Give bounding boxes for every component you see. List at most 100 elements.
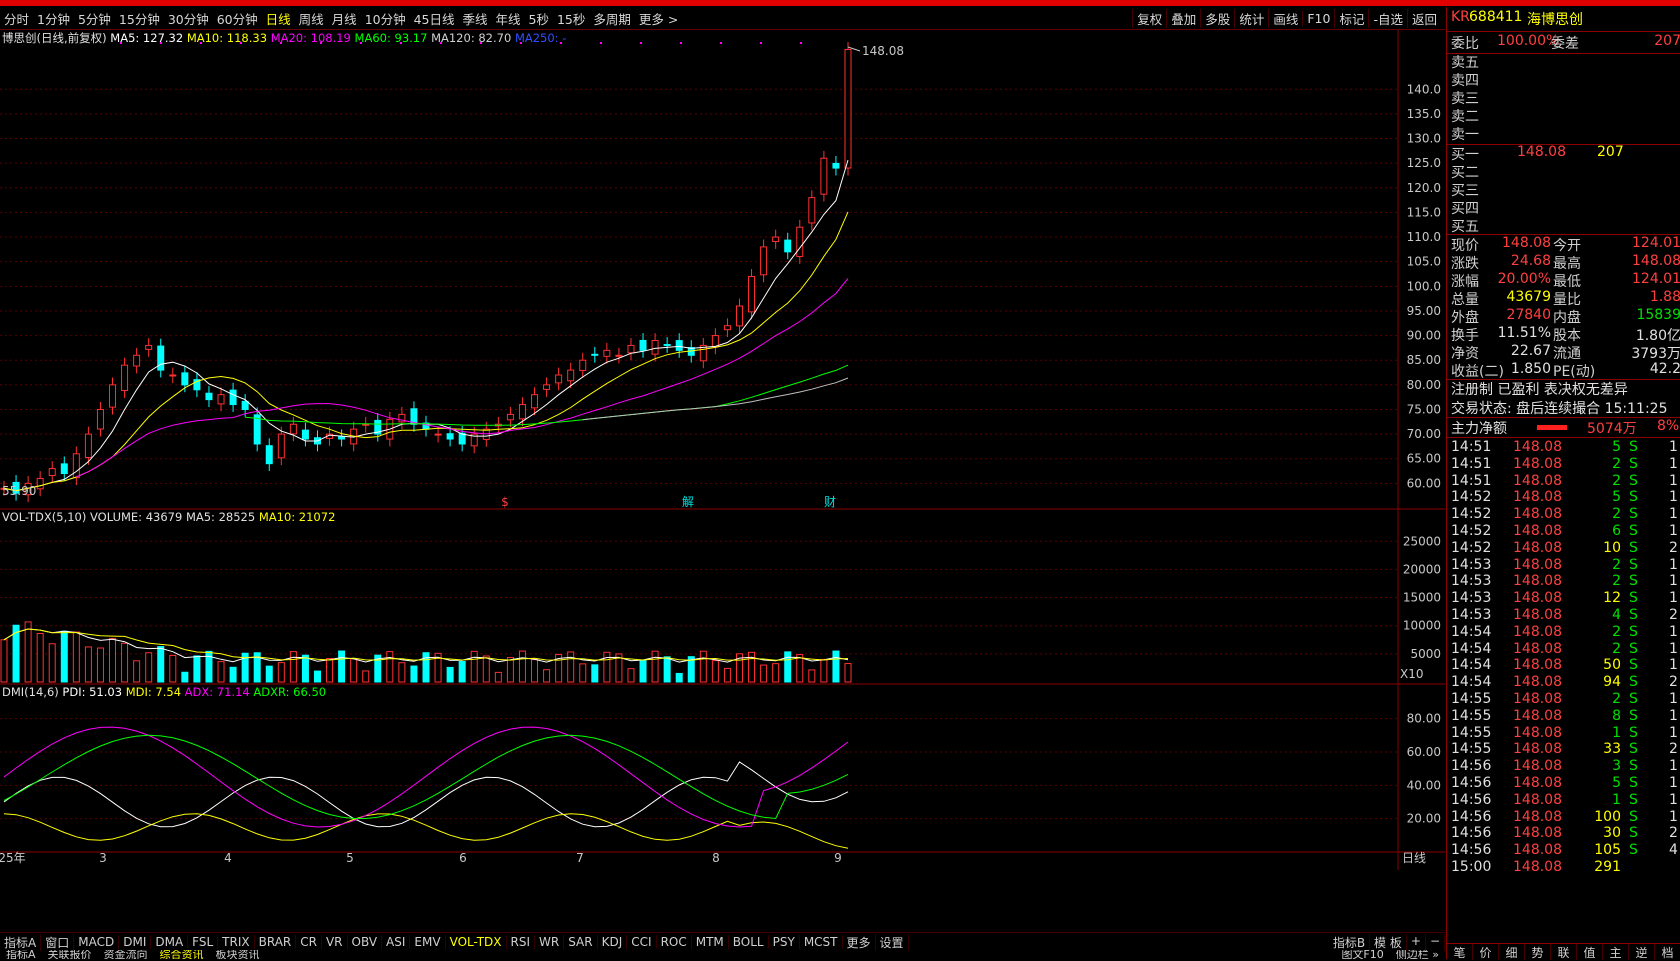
- toolbar-btn-2[interactable]: 多股: [1200, 8, 1234, 28]
- candle-body: [748, 275, 756, 313]
- panel-tab-5[interactable]: 值: [1577, 944, 1603, 960]
- indicator-btn-20[interactable]: MTM: [692, 935, 729, 949]
- period-12[interactable]: 年线: [492, 9, 525, 28]
- toolbar-btn-1[interactable]: 叠加: [1166, 8, 1200, 28]
- period-11[interactable]: 季线: [459, 9, 492, 28]
- info-tab-0[interactable]: 指标A: [0, 950, 42, 959]
- period-6[interactable]: 日线: [262, 9, 295, 28]
- toolbar-btn-7[interactable]: -自选: [1368, 8, 1407, 28]
- panel-tab-0[interactable]: 笔: [1447, 944, 1473, 960]
- main-net-bar: [1537, 425, 1567, 430]
- indicator-btn-24[interactable]: 更多: [843, 933, 876, 951]
- period-1[interactable]: 1分钟: [33, 9, 74, 28]
- kline-chart-area[interactable]: 140.0 135.0 130.0 125.0 120.0 115.0 110.0 105.0…: [0, 30, 1445, 930]
- tick-side: S: [1629, 657, 1638, 674]
- panel-tab-7[interactable]: 逆: [1629, 944, 1655, 960]
- stat-row-1: 涨跌 24.68 最高 148.08: [1447, 253, 1680, 272]
- toolbar-btn-4[interactable]: 画线: [1268, 8, 1302, 28]
- indicator-btn-17[interactable]: KDJ: [598, 935, 628, 949]
- indicator-btn-23[interactable]: MCST: [800, 935, 843, 949]
- tick-time: 14:53: [1451, 590, 1492, 607]
- info-tab-1[interactable]: 关联报价: [42, 950, 98, 959]
- info-right-btn-1[interactable]: 侧边栏 »: [1390, 950, 1445, 959]
- volume-bar: [301, 654, 309, 683]
- period-14[interactable]: 15秒: [553, 9, 589, 28]
- period-3[interactable]: 15分钟: [115, 9, 164, 28]
- indicator-btn-15[interactable]: WR: [535, 935, 565, 949]
- volume-bar: [84, 646, 92, 683]
- panel-tab-3[interactable]: 势: [1525, 944, 1551, 960]
- volume-bar: [133, 660, 141, 683]
- tick-vol: 4: [1612, 607, 1621, 623]
- indicator-btn-16[interactable]: SAR: [564, 935, 598, 949]
- indicator-btn-25[interactable]: 设置: [876, 933, 909, 951]
- candle-body: [603, 349, 611, 357]
- info-tab-3[interactable]: 综合资讯: [154, 950, 210, 959]
- indicator-btn-13[interactable]: VOL-TDX: [446, 935, 507, 949]
- panel-tab-8[interactable]: 档: [1655, 944, 1680, 960]
- panel-tab-2[interactable]: 细: [1499, 944, 1525, 960]
- indicator-right-btn-3[interactable]: −: [1426, 933, 1445, 951]
- candle-body: [205, 392, 213, 401]
- listing-notice: 注册制 已盈利 表决权无差异: [1451, 382, 1628, 398]
- tick-price: 148.08: [1513, 808, 1562, 825]
- tick-side: S: [1629, 758, 1638, 775]
- candle-body: [615, 354, 623, 357]
- indicator-btn-21[interactable]: BOLL: [729, 935, 769, 949]
- indicator-btn-11[interactable]: ASI: [382, 935, 411, 949]
- toolbar-btn-5[interactable]: F10: [1302, 10, 1334, 26]
- chart-canvas[interactable]: 140.0 135.0 130.0 125.0 120.0 115.0 110.0 105.0…: [0, 30, 1445, 930]
- toolbar-btn-3[interactable]: 统计: [1234, 8, 1268, 28]
- indicator-btn-12[interactable]: EMV: [410, 935, 446, 949]
- toolbar-btn-6[interactable]: 标记: [1334, 8, 1368, 28]
- candle-body: [48, 468, 56, 477]
- period-9[interactable]: 10分钟: [361, 9, 410, 28]
- indicator-btn-5[interactable]: FSL: [188, 935, 219, 949]
- price-tick-label: 105.0: [1407, 255, 1441, 269]
- indicator-btn-7[interactable]: BRAR: [255, 935, 297, 949]
- indicator-btn-19[interactable]: ROC: [657, 935, 692, 949]
- period-7[interactable]: 周线: [295, 9, 328, 28]
- tick-vol: 8: [1612, 707, 1621, 724]
- indicator-btn-2[interactable]: MACD: [74, 935, 120, 949]
- indicator-btn-9[interactable]: VR: [322, 935, 348, 949]
- period-4[interactable]: 30分钟: [164, 9, 213, 28]
- candle-body: [181, 372, 189, 386]
- info-tab-4[interactable]: 板块资讯: [210, 950, 266, 959]
- indicator-btn-1[interactable]: 窗口: [41, 933, 75, 951]
- candle-body: [711, 335, 719, 348]
- indicator-right-btn-1[interactable]: 模 板: [1370, 933, 1407, 951]
- tick-count: 1: [1669, 623, 1678, 640]
- panel-tab-4[interactable]: 联: [1551, 944, 1577, 960]
- indicator-btn-0[interactable]: 指标A: [0, 933, 42, 951]
- period-2[interactable]: 5分钟: [74, 9, 115, 28]
- period-5[interactable]: 60分钟: [213, 9, 262, 28]
- panel-tab-6[interactable]: 主: [1603, 944, 1629, 960]
- toolbar-btn-8[interactable]: 返回: [1406, 8, 1441, 28]
- indicator-btn-22[interactable]: PSY: [769, 935, 800, 949]
- indicator-right-btn-0[interactable]: 指标B: [1329, 933, 1371, 951]
- period-8[interactable]: 月线: [328, 9, 361, 28]
- indicator-right-btn-2[interactable]: +: [1407, 933, 1426, 951]
- tick-price: 148.08: [1513, 724, 1562, 741]
- indicator-btn-18[interactable]: CCI: [627, 935, 657, 949]
- indicator-btn-6[interactable]: TRIX: [218, 935, 255, 949]
- indicator-btn-3[interactable]: DMI: [119, 935, 152, 949]
- period-13[interactable]: 5秒: [525, 9, 553, 28]
- period-15[interactable]: 多周期: [589, 9, 635, 28]
- info-right-btn-0[interactable]: 图文F10: [1335, 950, 1389, 959]
- indicator-btn-10[interactable]: OBV: [348, 935, 383, 949]
- panel-tab-1[interactable]: 价: [1473, 944, 1499, 960]
- info-tabs-right: 图文F10 侧边栏 »: [1335, 950, 1445, 959]
- candle-body: [820, 157, 828, 195]
- period-0[interactable]: 分时: [0, 9, 33, 28]
- indicator-btn-14[interactable]: RSI: [507, 935, 536, 949]
- tick-side: S: [1629, 590, 1638, 607]
- indicator-btn-8[interactable]: CR: [296, 935, 322, 949]
- info-tab-2[interactable]: 资金流向: [98, 950, 154, 959]
- period-10[interactable]: 45日线: [410, 9, 459, 28]
- period-16[interactable]: 更多 >: [635, 9, 682, 28]
- toolbar-btn-0[interactable]: 复权: [1132, 8, 1166, 28]
- indicator-btn-4[interactable]: DMA: [151, 935, 189, 949]
- weibi-value: 100.00%: [1497, 33, 1560, 49]
